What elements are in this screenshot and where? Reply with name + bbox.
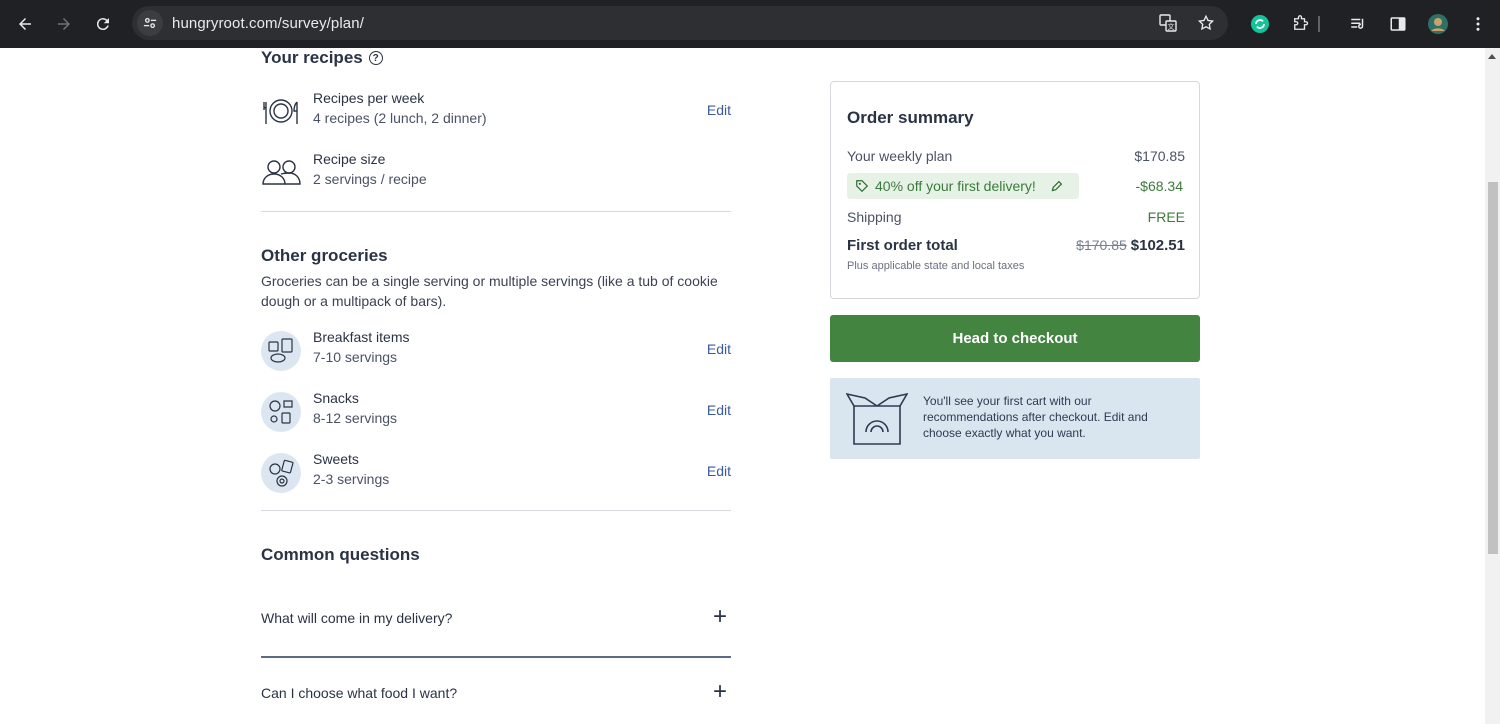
translate-icon[interactable]: 文 xyxy=(1156,11,1180,35)
plate-cutlery-icon xyxy=(263,99,298,124)
weekly-plan-row: Your weekly plan $170.85 xyxy=(847,148,1185,164)
edit-snacks-link[interactable]: Edit xyxy=(707,402,731,418)
toolbar-separator xyxy=(1318,16,1320,32)
breakfast-items-value: 7-10 servings xyxy=(313,349,398,365)
site-settings-icon[interactable] xyxy=(137,10,163,36)
faq-item[interactable]: Can I choose what food I want? + xyxy=(261,675,731,715)
sweets-title: Sweets xyxy=(313,451,359,467)
recipe-size-title: Recipe size xyxy=(313,151,386,167)
recipe-size-value: 2 servings / recipe xyxy=(313,171,427,187)
snacks-value: 8-12 servings xyxy=(313,410,398,426)
edit-sweets-link[interactable]: Edit xyxy=(707,463,731,479)
tag-icon xyxy=(856,180,869,193)
recipes-per-week-value: 4 recipes (2 lunch, 2 dinner) xyxy=(313,110,487,126)
shipping-row: Shipping FREE xyxy=(847,209,1185,225)
weekly-plan-label: Your weekly plan xyxy=(847,148,953,164)
address-bar[interactable]: hungryroot.com/survey/plan/ 文 xyxy=(132,6,1228,40)
browser-toolbar: hungryroot.com/survey/plan/ 文 xyxy=(0,0,1500,48)
reload-icon[interactable] xyxy=(83,4,123,44)
sweets-row: Sweets 2-3 servings Edit xyxy=(261,451,731,495)
page-scrollbar[interactable] xyxy=(1485,48,1500,724)
section-divider xyxy=(261,510,731,511)
shipping-value: FREE xyxy=(1147,209,1185,225)
groceries-heading: Other groceries xyxy=(261,246,388,265)
breakfast-icon xyxy=(261,331,301,371)
faq-item[interactable]: What will come in my delivery? + xyxy=(261,600,731,640)
menu-kebab-icon[interactable] xyxy=(1464,10,1492,38)
faq-divider xyxy=(261,656,731,658)
edit-recipes-per-week-link[interactable]: Edit xyxy=(707,102,731,118)
total-row: First order total $170.85 $102.51 xyxy=(847,237,1185,255)
total-value: $102.51 xyxy=(1130,237,1185,254)
info-text: You'll see your first cart with our reco… xyxy=(923,394,1148,440)
total-label: First order total xyxy=(847,237,958,254)
recipes-heading: Your recipes ? xyxy=(261,48,383,68)
faq-question[interactable]: Can I choose what food I want? xyxy=(261,685,457,701)
extensions-puzzle-icon[interactable] xyxy=(1286,10,1314,38)
recipes-per-week-row: Recipes per week 4 recipes (2 lunch, 2 d… xyxy=(261,90,731,134)
shipping-label: Shipping xyxy=(847,209,902,225)
forward-icon[interactable] xyxy=(44,4,84,44)
people-icon xyxy=(262,160,301,185)
expand-plus-icon[interactable]: + xyxy=(713,602,727,632)
groceries-description: Groceries can be a single serving or mul… xyxy=(261,273,718,309)
help-icon[interactable]: ? xyxy=(368,51,383,65)
scroll-up-arrow-icon[interactable] xyxy=(1488,54,1496,59)
profile-avatar-icon[interactable] xyxy=(1424,10,1452,38)
edit-breakfast-items-link[interactable]: Edit xyxy=(707,341,731,357)
checkout-button[interactable]: Head to checkout xyxy=(830,315,1200,362)
faq-question[interactable]: What will come in my delivery? xyxy=(261,610,452,626)
snacks-row: Snacks 8-12 servings Edit xyxy=(261,390,731,434)
back-icon[interactable] xyxy=(5,4,45,44)
open-box-icon xyxy=(846,392,908,445)
svg-text:文: 文 xyxy=(1168,22,1175,31)
side-panel-icon[interactable] xyxy=(1384,10,1412,38)
promo-label: 40% off your first delivery! xyxy=(875,178,1036,194)
breakfast-items-row: Breakfast items 7-10 servings Edit xyxy=(261,329,731,373)
taxes-note: Plus applicable state and local taxes xyxy=(847,260,1025,272)
faq-heading: Common questions xyxy=(261,545,420,564)
bookmark-star-icon[interactable] xyxy=(1194,11,1218,35)
info-banner: You'll see your first cart with our reco… xyxy=(830,378,1200,459)
sweets-value: 2-3 servings xyxy=(313,471,390,487)
order-summary-title: Order summary xyxy=(847,108,974,127)
scrollbar-thumb[interactable] xyxy=(1488,182,1498,554)
media-queue-icon[interactable] xyxy=(1344,10,1372,38)
edit-pencil-icon[interactable] xyxy=(1050,180,1063,193)
sweets-icon xyxy=(261,453,301,493)
recipes-heading-text: Your recipes xyxy=(261,48,363,67)
total-original-price: $170.85 xyxy=(1076,237,1127,253)
promo-discount-value: -$68.34 xyxy=(1135,178,1183,194)
url-text[interactable]: hungryroot.com/survey/plan/ xyxy=(172,15,364,32)
promo-badge[interactable]: 40% off your first delivery! xyxy=(847,173,1079,199)
grammarly-extension-icon[interactable] xyxy=(1246,10,1274,38)
recipe-size-row: Recipe size 2 servings / recipe xyxy=(261,151,731,195)
snacks-icon xyxy=(261,392,301,432)
section-divider xyxy=(261,211,731,212)
breakfast-items-title: Breakfast items xyxy=(313,329,410,345)
expand-plus-icon[interactable]: + xyxy=(713,677,727,707)
weekly-plan-value: $170.85 xyxy=(1134,148,1185,164)
order-summary-card: Order summary Your weekly plan $170.85 4… xyxy=(830,81,1200,299)
recipes-per-week-title: Recipes per week xyxy=(313,90,425,106)
snacks-title: Snacks xyxy=(313,390,359,406)
